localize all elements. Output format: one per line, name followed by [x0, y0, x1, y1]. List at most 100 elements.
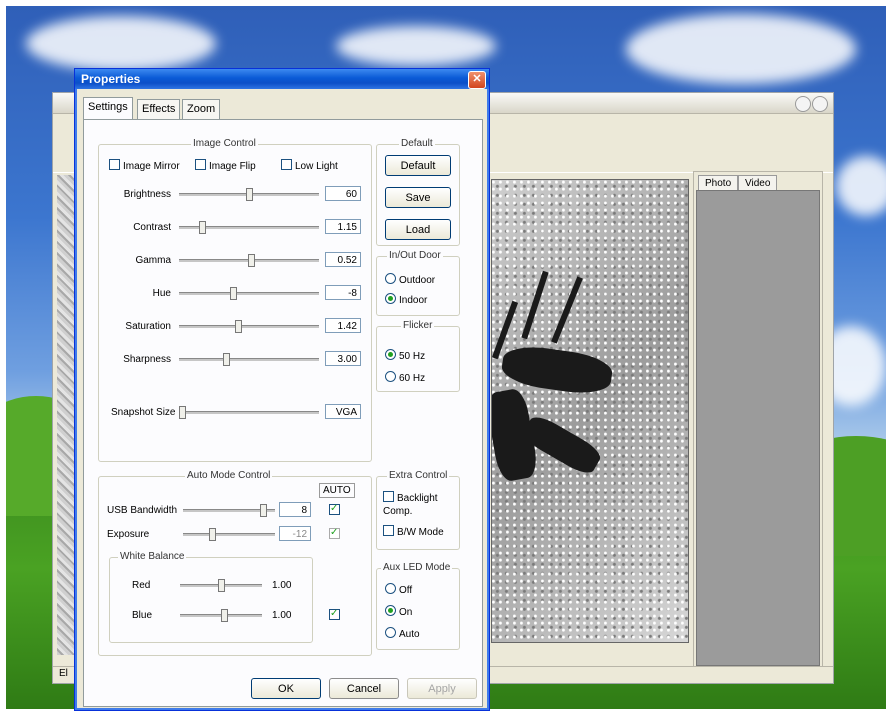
cloud: [836, 156, 886, 216]
exposure-value: -12: [279, 526, 311, 541]
extra-control-legend: Extra Control: [387, 470, 450, 481]
default-group: Default Default Save Load: [376, 138, 460, 246]
blue-label: Blue: [132, 610, 153, 621]
preview-marking: [499, 342, 615, 398]
slider-thumb[interactable]: [260, 504, 267, 517]
dialog-title-bar[interactable]: Properties ✕: [75, 69, 489, 89]
led-on-radio[interactable]: On: [385, 605, 412, 619]
slider-thumb[interactable]: [179, 406, 186, 419]
gamma-slider[interactable]: [179, 253, 319, 267]
led-off-radio[interactable]: Off: [385, 583, 412, 597]
radio-dot: [385, 273, 396, 284]
slider-track: [179, 411, 319, 414]
low-light-checkbox[interactable]: Low Light: [281, 159, 338, 173]
slider-label-gamma: Gamma: [135, 255, 171, 266]
backlight-comp-checkbox[interactable]: Backlight Comp.: [383, 491, 455, 518]
tab-video[interactable]: Video: [738, 175, 778, 191]
image-flip-checkbox[interactable]: Image Flip: [195, 159, 256, 173]
led-on-label: On: [399, 607, 413, 618]
exposure-label: Exposure: [107, 529, 150, 540]
slider-thumb[interactable]: [230, 287, 237, 300]
tab-photo[interactable]: Photo: [698, 175, 739, 191]
close-button[interactable]: ✕: [468, 71, 486, 89]
slider-track: [179, 358, 319, 361]
checkbox-box: [329, 526, 340, 539]
50hz-label: 50 Hz: [399, 351, 426, 362]
image-control-group: Image Control Image Mirror Image Flip Lo…: [98, 138, 372, 462]
minimize-icon[interactable]: [795, 96, 811, 112]
cancel-button[interactable]: Cancel: [329, 678, 399, 699]
usb-auto-checkbox[interactable]: [329, 502, 343, 518]
slider-thumb[interactable]: [218, 579, 225, 592]
usb-bandwidth-slider[interactable]: [183, 503, 275, 517]
slider-thumb[interactable]: [199, 221, 206, 234]
snapshot-size-value: VGA: [325, 404, 361, 419]
apply-button[interactable]: Apply: [407, 678, 477, 699]
thumbnail-strip: [57, 175, 75, 655]
checkbox-box: [109, 159, 120, 170]
default-button[interactable]: Default: [385, 155, 451, 176]
outdoor-radio[interactable]: Outdoor: [385, 273, 435, 287]
dialog-title: Properties: [81, 72, 141, 86]
60hz-radio[interactable]: 60 Hz: [385, 371, 425, 385]
low-light-label: Low Light: [295, 161, 338, 172]
sharpness-slider[interactable]: [179, 352, 319, 366]
default-legend: Default: [399, 138, 435, 149]
aux-led-mode-legend: Aux LED Mode: [381, 562, 453, 573]
slider-thumb[interactable]: [235, 320, 242, 333]
exposure-slider[interactable]: [183, 527, 275, 541]
aux-led-mode-group: Aux LED Mode Off On Auto: [376, 562, 460, 650]
white-balance-auto-checkbox[interactable]: [329, 607, 343, 623]
flicker-legend: Flicker: [401, 320, 435, 331]
image-mirror-checkbox[interactable]: Image Mirror: [109, 159, 180, 173]
tab-settings[interactable]: Settings: [83, 97, 133, 119]
bw-mode-checkbox[interactable]: B/W Mode: [383, 525, 444, 539]
red-label: Red: [132, 580, 151, 591]
saturation-slider[interactable]: [179, 319, 319, 333]
checkbox-box: [329, 607, 340, 620]
50hz-radio[interactable]: 50 Hz: [385, 349, 425, 363]
slider-thumb[interactable]: [248, 254, 255, 267]
settings-page: Image Control Image Mirror Image Flip Lo…: [83, 119, 483, 707]
usb-bandwidth-value: 8: [279, 502, 311, 517]
gamma-value: 0.52: [325, 252, 361, 267]
slider-thumb[interactable]: [209, 528, 216, 541]
slider-label-sharpness: Sharpness: [123, 354, 171, 365]
blue-value: 1.00: [272, 610, 292, 621]
slider-thumb[interactable]: [221, 609, 228, 622]
ok-button[interactable]: OK: [251, 678, 321, 699]
side-panel-content: [696, 190, 820, 666]
slider-label-contrast: Contrast: [133, 222, 171, 233]
snapshot-size-slider[interactable]: [179, 405, 319, 419]
dialog-footer: OK Cancel Apply: [75, 670, 489, 710]
radio-dot: [385, 583, 396, 594]
contrast-slider[interactable]: [179, 220, 319, 234]
load-button[interactable]: Load: [385, 219, 451, 240]
image-control-legend: Image Control: [191, 138, 258, 149]
red-slider[interactable]: [180, 578, 262, 592]
checkbox-box: [281, 159, 292, 170]
hue-value: -8: [325, 285, 361, 300]
tab-effects[interactable]: Effects: [137, 99, 181, 119]
close-icon[interactable]: [812, 96, 828, 112]
white-balance-group: White Balance Red 1.00 Blue 1.00: [109, 551, 313, 643]
properties-dialog: Properties ✕ Settings Effects Zoom Image…: [74, 68, 490, 711]
led-auto-radio[interactable]: Auto: [385, 627, 420, 641]
cloud: [336, 26, 496, 66]
save-button[interactable]: Save: [385, 187, 451, 208]
saturation-value: 1.42: [325, 318, 361, 333]
slider-thumb[interactable]: [223, 353, 230, 366]
blue-slider[interactable]: [180, 608, 262, 622]
indoor-radio[interactable]: Indoor: [385, 293, 427, 307]
brightness-slider[interactable]: [179, 187, 319, 201]
bw-mode-label: B/W Mode: [397, 527, 444, 538]
red-value: 1.00: [272, 580, 292, 591]
hue-slider[interactable]: [179, 286, 319, 300]
60hz-label: 60 Hz: [399, 373, 426, 384]
radio-dot: [385, 605, 396, 616]
tab-zoom[interactable]: Zoom: [182, 99, 221, 119]
in-out-door-legend: In/Out Door: [387, 250, 443, 261]
slider-thumb[interactable]: [246, 188, 253, 201]
radio-dot: [385, 293, 396, 304]
exposure-auto-checkbox[interactable]: [329, 526, 343, 542]
